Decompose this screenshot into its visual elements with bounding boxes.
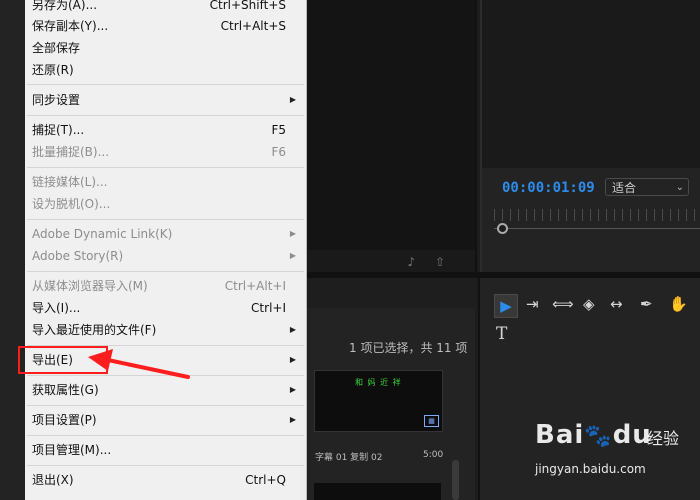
menu-item-adobe-story[interactable]: Adobe Story(R) ▶ — [25, 245, 306, 267]
menu-separator — [27, 435, 304, 436]
scrub-bar[interactable] — [494, 228, 700, 229]
ripple-edit-tool-icon[interactable]: ⟺ — [552, 295, 574, 313]
program-monitor-panel: 00:00:01:09 适合 ⌄ — [480, 0, 700, 272]
razor-tool-icon[interactable]: ◈ — [583, 295, 595, 313]
file-menu-dropdown: 另存为(A)... Ctrl+Shift+S 保存副本(Y)... Ctrl+A… — [25, 0, 307, 500]
source-monitor-video — [305, 0, 475, 250]
submenu-arrow-icon: ▶ — [289, 229, 296, 238]
menu-separator — [27, 167, 304, 168]
playhead-handle[interactable] — [497, 223, 508, 234]
type-tool-icon[interactable]: T — [496, 324, 507, 344]
selection-tool-icon[interactable]: ▶ — [494, 294, 518, 318]
menu-item-link-media[interactable]: 链接媒体(L)... — [25, 171, 306, 193]
fit-zoom-value: 适合 — [612, 181, 637, 195]
program-timecode[interactable]: 00:00:01:09 — [502, 180, 595, 196]
menu-separator — [27, 115, 304, 116]
menu-item-import-media-browser[interactable]: 从媒体浏览器导入(M) Ctrl+Alt+I — [25, 275, 306, 297]
menu-item-save-all[interactable]: 全部保存 — [25, 37, 306, 59]
program-monitor-video — [482, 0, 700, 168]
source-monitor-icons[interactable]: ♪ ⇧ — [407, 255, 453, 269]
menu-item-project-manager[interactable]: 项目管理(M)... — [25, 439, 306, 461]
project-panel-header — [305, 278, 475, 308]
hand-tool-icon[interactable]: ✋ — [669, 295, 688, 313]
menu-item-import-recent[interactable]: 导入最近使用的文件(F) ▶ — [25, 319, 306, 341]
annotation-arrow-icon — [88, 349, 190, 379]
menu-separator — [27, 465, 304, 466]
menu-item-dynamic-link[interactable]: Adobe Dynamic Link(K) ▶ — [25, 223, 306, 245]
menu-item-revert[interactable]: 还原(R) — [25, 59, 306, 81]
source-monitor-panel: ♪ ⇧ — [305, 0, 477, 272]
chevron-down-icon: ⌄ — [675, 182, 684, 193]
menu-separator — [27, 405, 304, 406]
menu-separator — [27, 84, 304, 85]
time-ruler[interactable] — [494, 209, 700, 221]
submenu-arrow-icon: ▶ — [289, 325, 296, 334]
menu-separator — [27, 219, 304, 220]
menu-item-save-copy[interactable]: 保存副本(Y)... Ctrl+Alt+S — [25, 15, 306, 37]
pen-tool-icon[interactable]: ✒ — [640, 295, 653, 313]
left-background-strip — [0, 0, 25, 500]
submenu-arrow-icon: ▶ — [289, 251, 296, 260]
selection-count-label: 1 项已选择，共 11 项 — [349, 341, 468, 355]
submenu-arrow-icon: ▶ — [289, 355, 296, 364]
clip-name: 字幕 01 复制 02 — [315, 453, 383, 463]
menu-item-capture[interactable]: 捕捉(T)... F5 — [25, 119, 306, 141]
menu-separator — [27, 271, 304, 272]
menu-item-batch-capture[interactable]: 批量捕捉(B)... F6 — [25, 141, 306, 163]
paw-icon: 🐾 — [584, 424, 613, 449]
submenu-arrow-icon: ▶ — [289, 95, 296, 104]
menu-item-save-as[interactable]: 另存为(A)... Ctrl+Shift+S — [25, 0, 306, 16]
menu-item-import[interactable]: 导入(I)... Ctrl+I — [25, 297, 306, 319]
watermark-url: jingyan.baidu.com — [535, 462, 646, 476]
watermark-jingyan: 经验 — [647, 429, 680, 448]
submenu-arrow-icon: ▶ — [289, 415, 296, 424]
project-panel: 1 项已选择，共 11 项 和 妈 近 祥 ▦ 字幕 01 复制 02 5:00 — [305, 278, 475, 500]
clip-type-badge-icon: ▦ — [424, 415, 439, 427]
menu-item-sync-settings[interactable]: 同步设置 ▶ — [25, 89, 306, 111]
baidu-watermark: Bai🐾du 经验 jingyan.baidu.com — [535, 420, 695, 495]
watermark-logo: Bai🐾du — [535, 420, 652, 450]
clip-thumbnail-2[interactable] — [314, 483, 441, 500]
fit-zoom-select[interactable]: 适合 ⌄ — [605, 178, 689, 196]
project-scrollbar[interactable] — [452, 460, 459, 500]
submenu-arrow-icon: ▶ — [289, 385, 296, 394]
clip-duration: 5:00 — [423, 450, 444, 460]
menu-item-exit[interactable]: 退出(X) Ctrl+Q — [25, 469, 306, 491]
slip-tool-icon[interactable]: ↔ — [610, 295, 623, 313]
thumbnail-caption: 和 妈 近 祥 — [355, 378, 402, 387]
menu-item-make-offline[interactable]: 设为脱机(O)... — [25, 193, 306, 215]
clip-thumbnail[interactable]: 和 妈 近 祥 ▦ — [314, 370, 443, 432]
track-select-tool-icon[interactable]: ⇥ — [526, 295, 539, 313]
menu-item-project-settings[interactable]: 项目设置(P) ▶ — [25, 409, 306, 431]
